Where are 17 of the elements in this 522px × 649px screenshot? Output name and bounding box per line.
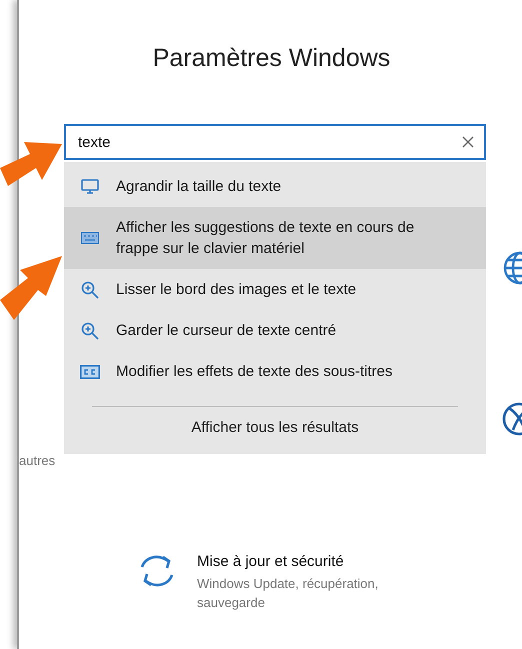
search-result[interactable]: Modifier les effets de texte des sous-titres (64, 351, 486, 392)
monitor-icon (81, 178, 99, 194)
search-field[interactable]: texte (64, 124, 486, 160)
show-all-results-link[interactable]: Afficher tous les résultats (181, 411, 369, 444)
keyboard-icon (81, 232, 99, 244)
magnifier-icon (81, 322, 99, 340)
search-result[interactable]: Lisser le bord des images et le texte (64, 269, 486, 310)
search-result[interactable]: Garder le curseur de texte centré (64, 310, 486, 351)
category-title[interactable]: Mise à jour et sécurité (197, 553, 417, 570)
search-result[interactable]: Agrandir la taille du texte (64, 166, 486, 207)
captions-icon (80, 364, 100, 378)
close-icon[interactable] (462, 136, 474, 148)
magnifier-icon (81, 280, 99, 298)
category-description: Windows Update, récupération, sauvegarde (197, 575, 380, 612)
window-title: Paramètres Windows (152, 44, 392, 73)
search-result[interactable]: Afficher les suggestions de texte en cours de frappe sur le clavier matériel (64, 207, 486, 269)
category-label: autres (19, 453, 56, 468)
